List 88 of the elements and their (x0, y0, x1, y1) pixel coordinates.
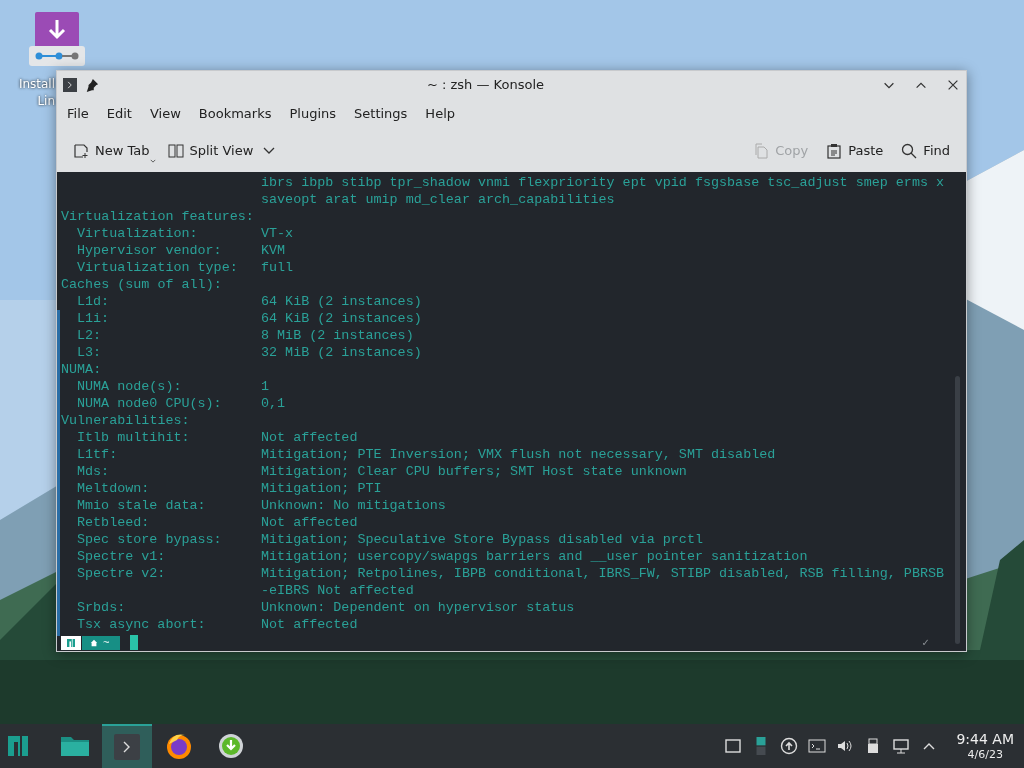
menu-item[interactable]: Help (417, 102, 463, 126)
section-heading: Vulnerabilities: (61, 412, 190, 429)
field-label: Hypervisor vendor: (76, 242, 223, 259)
field-value: 1 (261, 378, 270, 395)
field-value: Unknown: Dependent on hypervisor status (261, 599, 575, 616)
field-label: NUMA node(s): (76, 378, 183, 395)
terminal-icon[interactable] (808, 737, 827, 755)
icon-label: Lin (37, 93, 55, 110)
desktop-icon[interactable] (724, 737, 743, 755)
status-mark: ✓ (921, 637, 930, 648)
menu-item[interactable]: Plugins (281, 102, 345, 126)
pin-icon[interactable] (85, 77, 99, 92)
text-cursor (129, 635, 138, 650)
field-label: Virtualization: (76, 225, 199, 242)
window-title: ~ : zsh — Konsole (425, 77, 545, 93)
field-label: Mmio stale data: (76, 497, 207, 514)
terminal-icon (114, 734, 140, 760)
field-value: Mitigation; usercopy/swapgs barriers and __user pointer sanitization (261, 548, 808, 565)
field-label: Meltdown: (76, 480, 151, 497)
browser-icon (165, 732, 193, 760)
new-tab-icon (73, 142, 89, 159)
field-label: L1d: (76, 293, 111, 310)
field-value: Not affected (261, 514, 358, 531)
menu-item[interactable]: Edit (98, 102, 140, 126)
field-value: Not affected (261, 429, 358, 446)
field-value: KVM (261, 242, 286, 259)
field-value: Mitigation; PTI (261, 480, 382, 497)
caret-icon (263, 146, 276, 155)
field-label: NUMA node0 CPU(s): (76, 395, 223, 412)
folder-icon (60, 734, 90, 758)
field-value: 64 KiB (2 instances) (261, 310, 422, 327)
new-tab-button[interactable]: New Tab (67, 138, 156, 163)
field-value: Mitigation; Clear CPU buffers; SMT Host state unknown (261, 463, 687, 480)
logo-icon (61, 635, 81, 650)
field-value: Mitigation; Retpolines, IBPB conditional, IBRS_FW, STIBP disabled, RSB filling, PBRSB (261, 565, 945, 582)
menu-item[interactable]: File (59, 102, 97, 126)
launcher-button[interactable] (8, 736, 28, 756)
directory-text: ~ (103, 635, 110, 650)
download-icon (218, 733, 244, 759)
paste-button[interactable]: Paste (820, 138, 890, 163)
paste-icon (826, 142, 843, 159)
field-label: Mds: (76, 463, 111, 480)
icon-label: Install (18, 76, 55, 93)
field-value: saveopt arat umip md_clear arch_capabilities (261, 191, 615, 208)
field-label: Spectre v1: (76, 548, 167, 565)
field-label: Srbds: (76, 599, 127, 616)
terminal-view[interactable] (57, 172, 966, 651)
section-heading: Virtualization features: (61, 208, 254, 225)
field-label: Itlb multihit: (76, 429, 191, 446)
field-value: 0,1 (261, 395, 286, 412)
field-value: 8 MiB (2 instances) (261, 327, 414, 344)
field-label: L2: (76, 327, 103, 344)
field-value: Unknown: No mitigations (261, 497, 446, 514)
update-icon[interactable] (780, 737, 799, 755)
home-icon (90, 638, 98, 647)
field-label: Spectre v2: (76, 565, 167, 582)
section-heading: Caches (sum of all): (61, 276, 222, 293)
menu-item[interactable]: View (141, 102, 189, 126)
menu-item[interactable]: Settings (346, 102, 416, 126)
field-value: VT-x (261, 225, 294, 242)
field-label: Retbleed: (76, 514, 151, 531)
field-value: 32 MiB (2 instances) (261, 344, 422, 361)
field-value: ibrs ibpb stibp tpr_shadow vnmi flexpriority ept vpid fsgsbase tsc_adjust smep erms x (261, 174, 945, 191)
scrollbar[interactable] (955, 376, 960, 644)
field-label: Virtualization type: (76, 259, 239, 276)
field-value: Mitigation; Speculative Store Bypass disabled via prctl (261, 531, 703, 548)
field-label: Tsx async abort: (76, 616, 207, 633)
network-icon[interactable] (892, 737, 911, 755)
field-label: L1tf: (76, 446, 119, 463)
installer-icon[interactable] (29, 12, 85, 68)
field-value: Not affected (261, 616, 358, 633)
section-heading: NUMA: (61, 361, 102, 378)
field-label: L3: (76, 344, 103, 361)
copy-icon (753, 142, 770, 159)
find-button[interactable]: Find (895, 138, 956, 163)
field-value: 64 KiB (2 instances) (261, 293, 422, 310)
field-value: full (261, 259, 294, 276)
caret-icon (149, 158, 156, 163)
clock[interactable]: 9:44 AM 4/6/23 (956, 731, 1014, 761)
split-button[interactable]: Split View (161, 138, 282, 163)
field-value: Mitigation; PTE Inversion; VMX flush not necessary, SMT disabled (261, 446, 776, 463)
terminal-icon[interactable] (63, 77, 77, 92)
field-value: -eIBRS Not affected (261, 582, 414, 599)
field-label: Spec store bypass: (76, 531, 223, 548)
field-label: L1i: (76, 310, 111, 327)
split-view-icon (167, 142, 184, 159)
menu-item[interactable]: Bookmarks (190, 102, 280, 126)
search-icon (901, 142, 918, 159)
